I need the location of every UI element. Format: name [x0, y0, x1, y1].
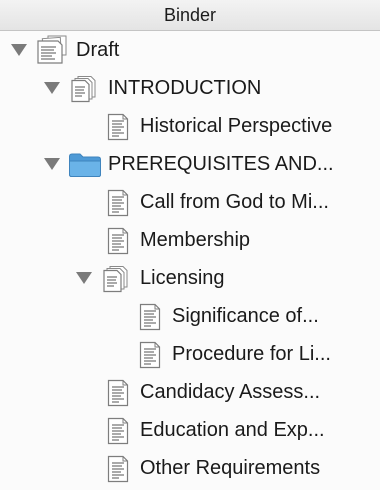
- tree-item-label: Candidacy Assess...: [140, 381, 321, 403]
- tree-item-label: INTRODUCTION: [108, 77, 262, 99]
- tree-item-historical-perspective[interactable]: Historical Perspective: [0, 108, 380, 144]
- draft-stack-icon: [36, 35, 70, 65]
- tree-item-draft[interactable]: Draft: [0, 32, 380, 68]
- document-icon: [107, 417, 129, 445]
- tree-item-procedure[interactable]: Procedure for Li...: [0, 336, 380, 372]
- binder-tree: Draft INTRODUCTION Historical Perspectiv…: [0, 30, 380, 490]
- tree-item-label: Significance of...: [172, 305, 319, 327]
- tree-item-label: Historical Perspective: [140, 115, 333, 137]
- document-icon: [107, 455, 129, 483]
- tree-item-label: Draft: [76, 39, 120, 61]
- binder-header: Binder: [0, 0, 380, 31]
- tree-item-other-requirements[interactable]: Other Requirements: [0, 450, 380, 486]
- tree-item-membership[interactable]: Membership: [0, 222, 380, 258]
- tree-item-candidacy[interactable]: Candidacy Assess...: [0, 374, 380, 410]
- tree-item-introduction[interactable]: INTRODUCTION: [0, 70, 380, 106]
- tree-item-significance[interactable]: Significance of...: [0, 298, 380, 334]
- document-stack-icon: [70, 75, 98, 103]
- tree-item-label: PREREQUISITES AND...: [108, 153, 334, 175]
- disclosure-triangle-icon[interactable]: [44, 158, 60, 170]
- tree-item-label: Other Requirements: [140, 457, 321, 479]
- document-icon: [107, 189, 129, 217]
- disclosure-triangle-icon[interactable]: [76, 272, 92, 284]
- tree-item-label: Education and Exp...: [140, 419, 325, 441]
- document-icon: [107, 113, 129, 141]
- tree-item-call-from-god[interactable]: Call from God to Mi...: [0, 184, 380, 220]
- tree-item-label: Licensing: [140, 267, 225, 289]
- binder-title: Binder: [163, 5, 217, 25]
- tree-item-prerequisites[interactable]: PREREQUISITES AND...: [0, 146, 380, 182]
- tree-item-licensing[interactable]: Licensing: [0, 260, 380, 296]
- document-icon: [139, 341, 161, 369]
- disclosure-triangle-icon[interactable]: [11, 44, 27, 56]
- disclosure-triangle-icon[interactable]: [44, 82, 60, 94]
- document-icon: [139, 303, 161, 331]
- binder-panel: Binder Draft INTRODUCTION Historical Per…: [0, 0, 380, 490]
- folder-icon: [68, 152, 102, 178]
- tree-item-label: Procedure for Li...: [172, 343, 331, 365]
- tree-item-education[interactable]: Education and Exp...: [0, 412, 380, 448]
- tree-item-label: Call from God to Mi...: [140, 191, 329, 213]
- document-icon: [107, 227, 129, 255]
- tree-item-label: Membership: [140, 229, 251, 251]
- document-icon: [107, 379, 129, 407]
- document-stack-icon: [102, 265, 130, 293]
